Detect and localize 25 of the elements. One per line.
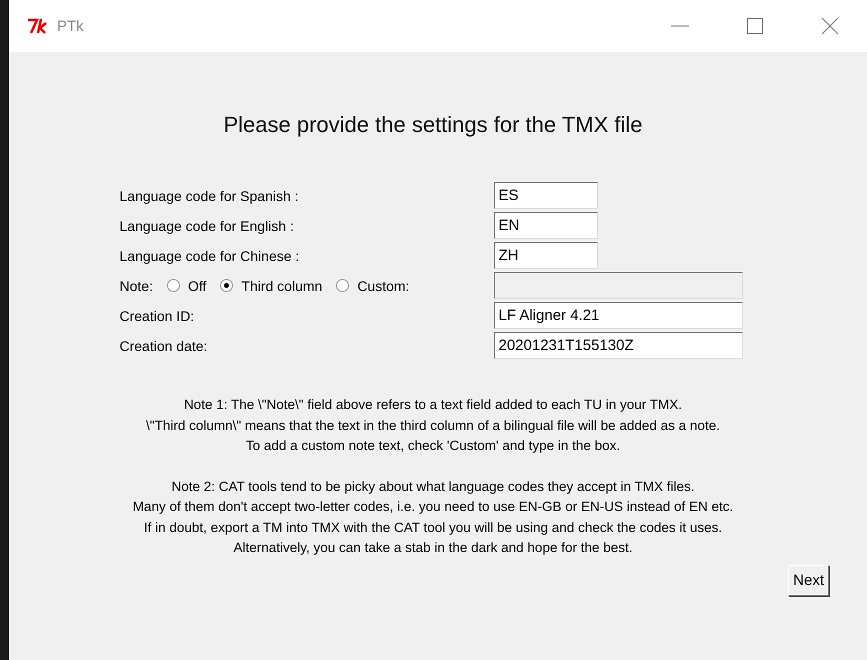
maximize-icon	[746, 18, 762, 34]
field-label: Language code for Chinese :	[120, 248, 300, 264]
input-field[interactable]: EN	[494, 212, 598, 239]
window-title: PTk	[57, 18, 85, 34]
field-label: Note:	[120, 278, 153, 294]
note-text: To add a custom note text, check 'Custom' and type in the box.	[244, 437, 622, 455]
minimize-icon	[670, 25, 688, 27]
note-text: \"Third column\" means that the text in the third column of a bilingual file will be added as a note.	[146, 416, 720, 435]
close-icon	[820, 17, 838, 35]
note-text: Many of them don't accept two-letter codes, i.e. you need to use EN-GB or EN-US instead of EN etc.	[132, 498, 734, 516]
heading: Please provide the settings for the TMX file	[223, 112, 643, 138]
field-label: Language code for Spanish :	[120, 188, 300, 204]
input-field[interactable]: ES	[494, 182, 598, 209]
tk-logo-icon	[27, 18, 49, 34]
note-text: Note 2: CAT tools tend to be picky about what language codes they accept in TMX files.	[170, 478, 696, 496]
note-text: Note 1: The \"Note\" field above refers to a text field added to each TU in your TMX.	[182, 396, 684, 414]
field-label: Creation ID:	[120, 308, 196, 324]
field-label: Creation date:	[120, 338, 208, 354]
note-text: Alternatively, you can take a stab in the dark and hope for the best.	[232, 539, 634, 557]
note-text: If in doubt, export a TM into TMX with the CAT tool you will be using and check the codes it uses.	[142, 518, 724, 537]
field-label: Language code for English :	[120, 218, 295, 234]
input-field[interactable]: ZH	[494, 242, 598, 269]
input-field[interactable]: 20201231T155130Z	[494, 332, 742, 359]
next-button[interactable]: Next	[788, 564, 829, 596]
input-field[interactable]: LF Aligner 4.21	[494, 302, 742, 329]
